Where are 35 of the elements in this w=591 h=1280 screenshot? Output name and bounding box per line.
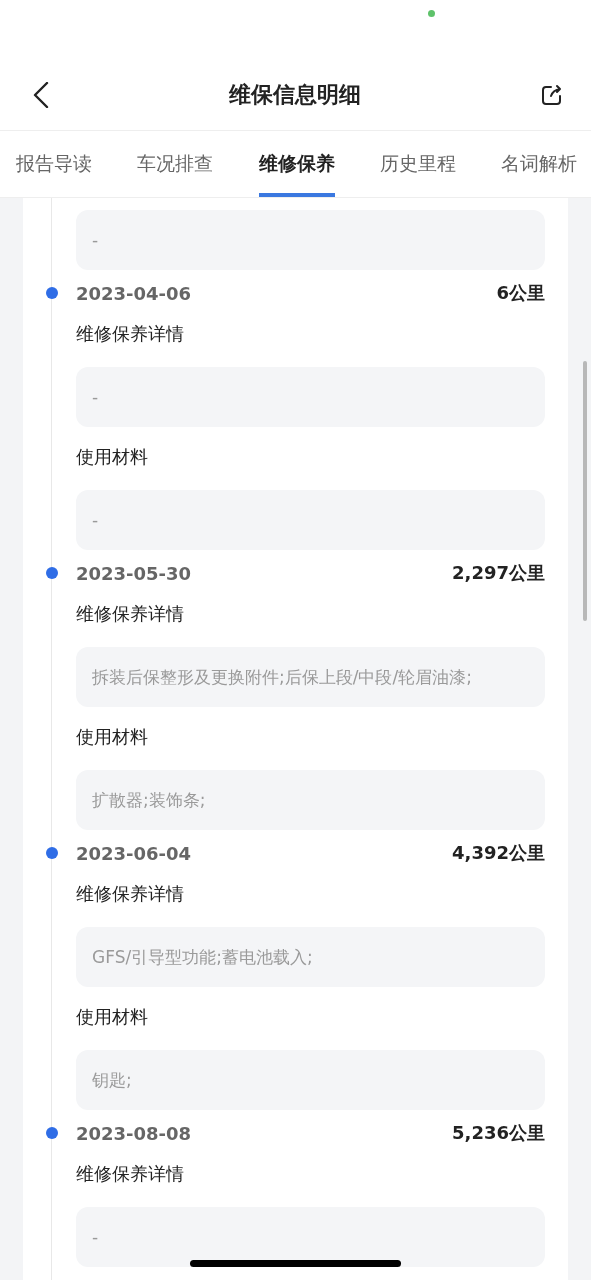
record-date: 2023-05-30 [76, 562, 192, 584]
record-date: 2023-04-06 [76, 282, 192, 304]
tab[interactable]: 名词解析 [501, 131, 577, 197]
timeline-dot-icon [46, 287, 58, 299]
timeline-dot-icon [46, 1127, 58, 1139]
record-date: 2023-08-08 [76, 1122, 192, 1144]
info-box: - [76, 490, 545, 550]
section-label: 维修保养详情 [76, 322, 184, 346]
section-label: 维修保养详情 [76, 602, 184, 626]
mileage: 6公里 [496, 281, 545, 305]
page-title: 维保信息明细 [229, 81, 361, 109]
timeline-dot-icon [46, 567, 58, 579]
section-label: 使用材料 [76, 725, 148, 749]
tab[interactable]: 报告导读 [16, 131, 92, 197]
section-label: 使用材料 [76, 445, 148, 469]
privacy-indicator-icon [428, 10, 435, 17]
info-box: 扩散器;装饰条; [76, 770, 545, 830]
info-box: - [76, 1207, 545, 1267]
tab[interactable]: 车况排查 [137, 131, 214, 197]
info-box: 拆装后保整形及更换附件;后保上段/中段/轮眉油漆; [76, 647, 545, 707]
info-box: - [76, 210, 545, 270]
section-label: 维修保养详情 [76, 1162, 184, 1186]
record-date: 2023-06-04 [76, 842, 192, 864]
info-box: 钥匙; [76, 1050, 545, 1110]
mileage: 4,392公里 [452, 841, 545, 865]
info-box: GFS/引导型功能;蓄电池载入; [76, 927, 545, 987]
back-icon[interactable] [33, 82, 49, 108]
section-label: 维修保养详情 [76, 882, 184, 906]
timeline-dot-icon [46, 847, 58, 859]
tab[interactable]: 历史里程 [379, 131, 456, 197]
mileage: 5,236公里 [452, 1121, 545, 1145]
info-box: - [76, 367, 545, 427]
mileage: 2,297公里 [452, 561, 545, 585]
section-label: 使用材料 [76, 1005, 148, 1029]
share-icon[interactable] [541, 84, 563, 106]
